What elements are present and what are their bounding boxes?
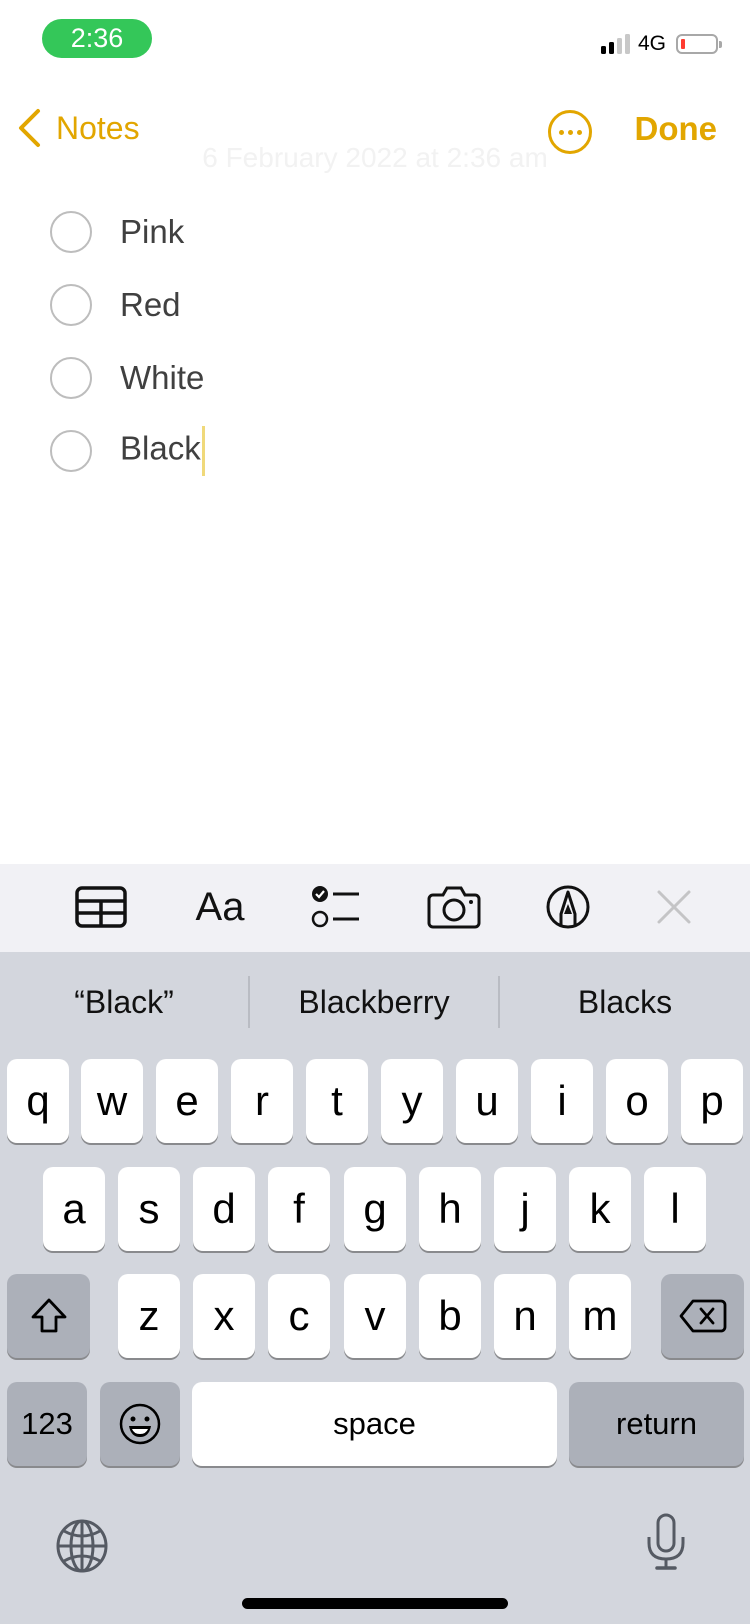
key-y[interactable]: y <box>381 1059 443 1143</box>
key-u[interactable]: u <box>456 1059 518 1143</box>
shift-icon <box>31 1298 66 1333</box>
key-k[interactable]: k <box>569 1167 631 1251</box>
network-type: 4G <box>637 32 666 55</box>
text-cursor <box>201 425 205 476</box>
ellipsis-icon <box>558 129 564 135</box>
numbers-key[interactable]: 123 <box>7 1382 87 1466</box>
checkbox-circle-icon[interactable] <box>50 283 92 326</box>
status-indicators: 4G <box>600 32 722 56</box>
checklist-button[interactable] <box>310 882 362 932</box>
microphone-icon <box>647 1513 685 1570</box>
keyboard: “Black” Blackberry Blacks q w e r t y u … <box>0 952 750 1624</box>
checkbox-circle-icon[interactable] <box>50 429 92 472</box>
checklist-item-text[interactable]: White <box>120 359 204 397</box>
table-icon <box>75 886 127 928</box>
key-g[interactable]: g <box>344 1167 406 1251</box>
backspace-icon <box>679 1299 726 1333</box>
close-icon <box>657 890 691 924</box>
key-b[interactable]: b <box>419 1274 481 1358</box>
checklist: Pink Red White Black <box>50 195 205 487</box>
key-r[interactable]: r <box>231 1059 293 1143</box>
key-a[interactable]: a <box>43 1167 105 1251</box>
checkbox-circle-icon[interactable] <box>50 210 92 253</box>
text-format-button[interactable]: Aa <box>190 882 250 932</box>
globe-icon <box>56 1519 108 1573</box>
shift-key[interactable] <box>7 1274 90 1358</box>
key-j[interactable]: j <box>494 1167 556 1251</box>
checklist-item-value: Black <box>120 429 201 467</box>
checklist-icon <box>311 886 359 928</box>
key-e[interactable]: e <box>156 1059 218 1143</box>
key-h[interactable]: h <box>419 1167 481 1251</box>
key-n[interactable]: n <box>494 1274 556 1358</box>
key-o[interactable]: o <box>606 1059 668 1143</box>
key-x[interactable]: x <box>193 1274 255 1358</box>
return-key[interactable]: return <box>569 1382 744 1466</box>
key-w[interactable]: w <box>81 1059 143 1143</box>
markup-button[interactable] <box>545 882 591 932</box>
suggestion-item[interactable]: “Black” <box>0 952 248 1052</box>
key-t[interactable]: t <box>306 1059 368 1143</box>
home-indicator[interactable] <box>242 1598 508 1609</box>
space-key[interactable]: space <box>192 1382 557 1466</box>
checkbox-circle-icon[interactable] <box>50 356 92 399</box>
checklist-item-text[interactable]: Black <box>120 425 205 476</box>
checklist-item-text[interactable]: Red <box>120 286 181 324</box>
camera-icon <box>427 886 481 929</box>
key-s[interactable]: s <box>118 1167 180 1251</box>
key-d[interactable]: d <box>193 1167 255 1251</box>
key-v[interactable]: v <box>344 1274 406 1358</box>
signal-icon <box>600 34 630 54</box>
status-time: 2:36 <box>42 19 152 58</box>
key-c[interactable]: c <box>268 1274 330 1358</box>
emoji-key[interactable] <box>100 1382 180 1466</box>
close-toolbar-button[interactable] <box>655 882 693 932</box>
back-label: Notes <box>56 109 140 146</box>
checklist-item[interactable]: Pink <box>50 195 205 268</box>
camera-button[interactable] <box>427 882 481 932</box>
checklist-item[interactable]: Red <box>50 268 205 341</box>
key-f[interactable]: f <box>268 1167 330 1251</box>
dictation-button[interactable] <box>644 1512 688 1572</box>
checklist-item[interactable]: White <box>50 341 205 414</box>
delete-key[interactable] <box>661 1274 744 1358</box>
table-button[interactable] <box>74 882 128 932</box>
emoji-icon <box>119 1403 161 1445</box>
format-toolbar: Aa <box>0 864 750 952</box>
key-z[interactable]: z <box>118 1274 180 1358</box>
key-l[interactable]: l <box>644 1167 706 1251</box>
key-p[interactable]: p <box>681 1059 743 1143</box>
globe-button[interactable] <box>54 1518 110 1574</box>
note-date: 6 February 2022 at 2:36 am <box>202 142 548 173</box>
key-m[interactable]: m <box>569 1274 631 1358</box>
checklist-item[interactable]: Black <box>50 414 205 487</box>
markup-pen-icon <box>546 885 590 929</box>
key-q[interactable]: q <box>7 1059 69 1143</box>
suggestion-item[interactable]: Blacks <box>500 952 750 1052</box>
suggestion-item[interactable]: Blackberry <box>250 952 498 1052</box>
text-format-icon: Aa <box>195 884 245 929</box>
key-i[interactable]: i <box>531 1059 593 1143</box>
checklist-item-text[interactable]: Pink <box>120 213 184 251</box>
battery-icon <box>676 34 722 54</box>
